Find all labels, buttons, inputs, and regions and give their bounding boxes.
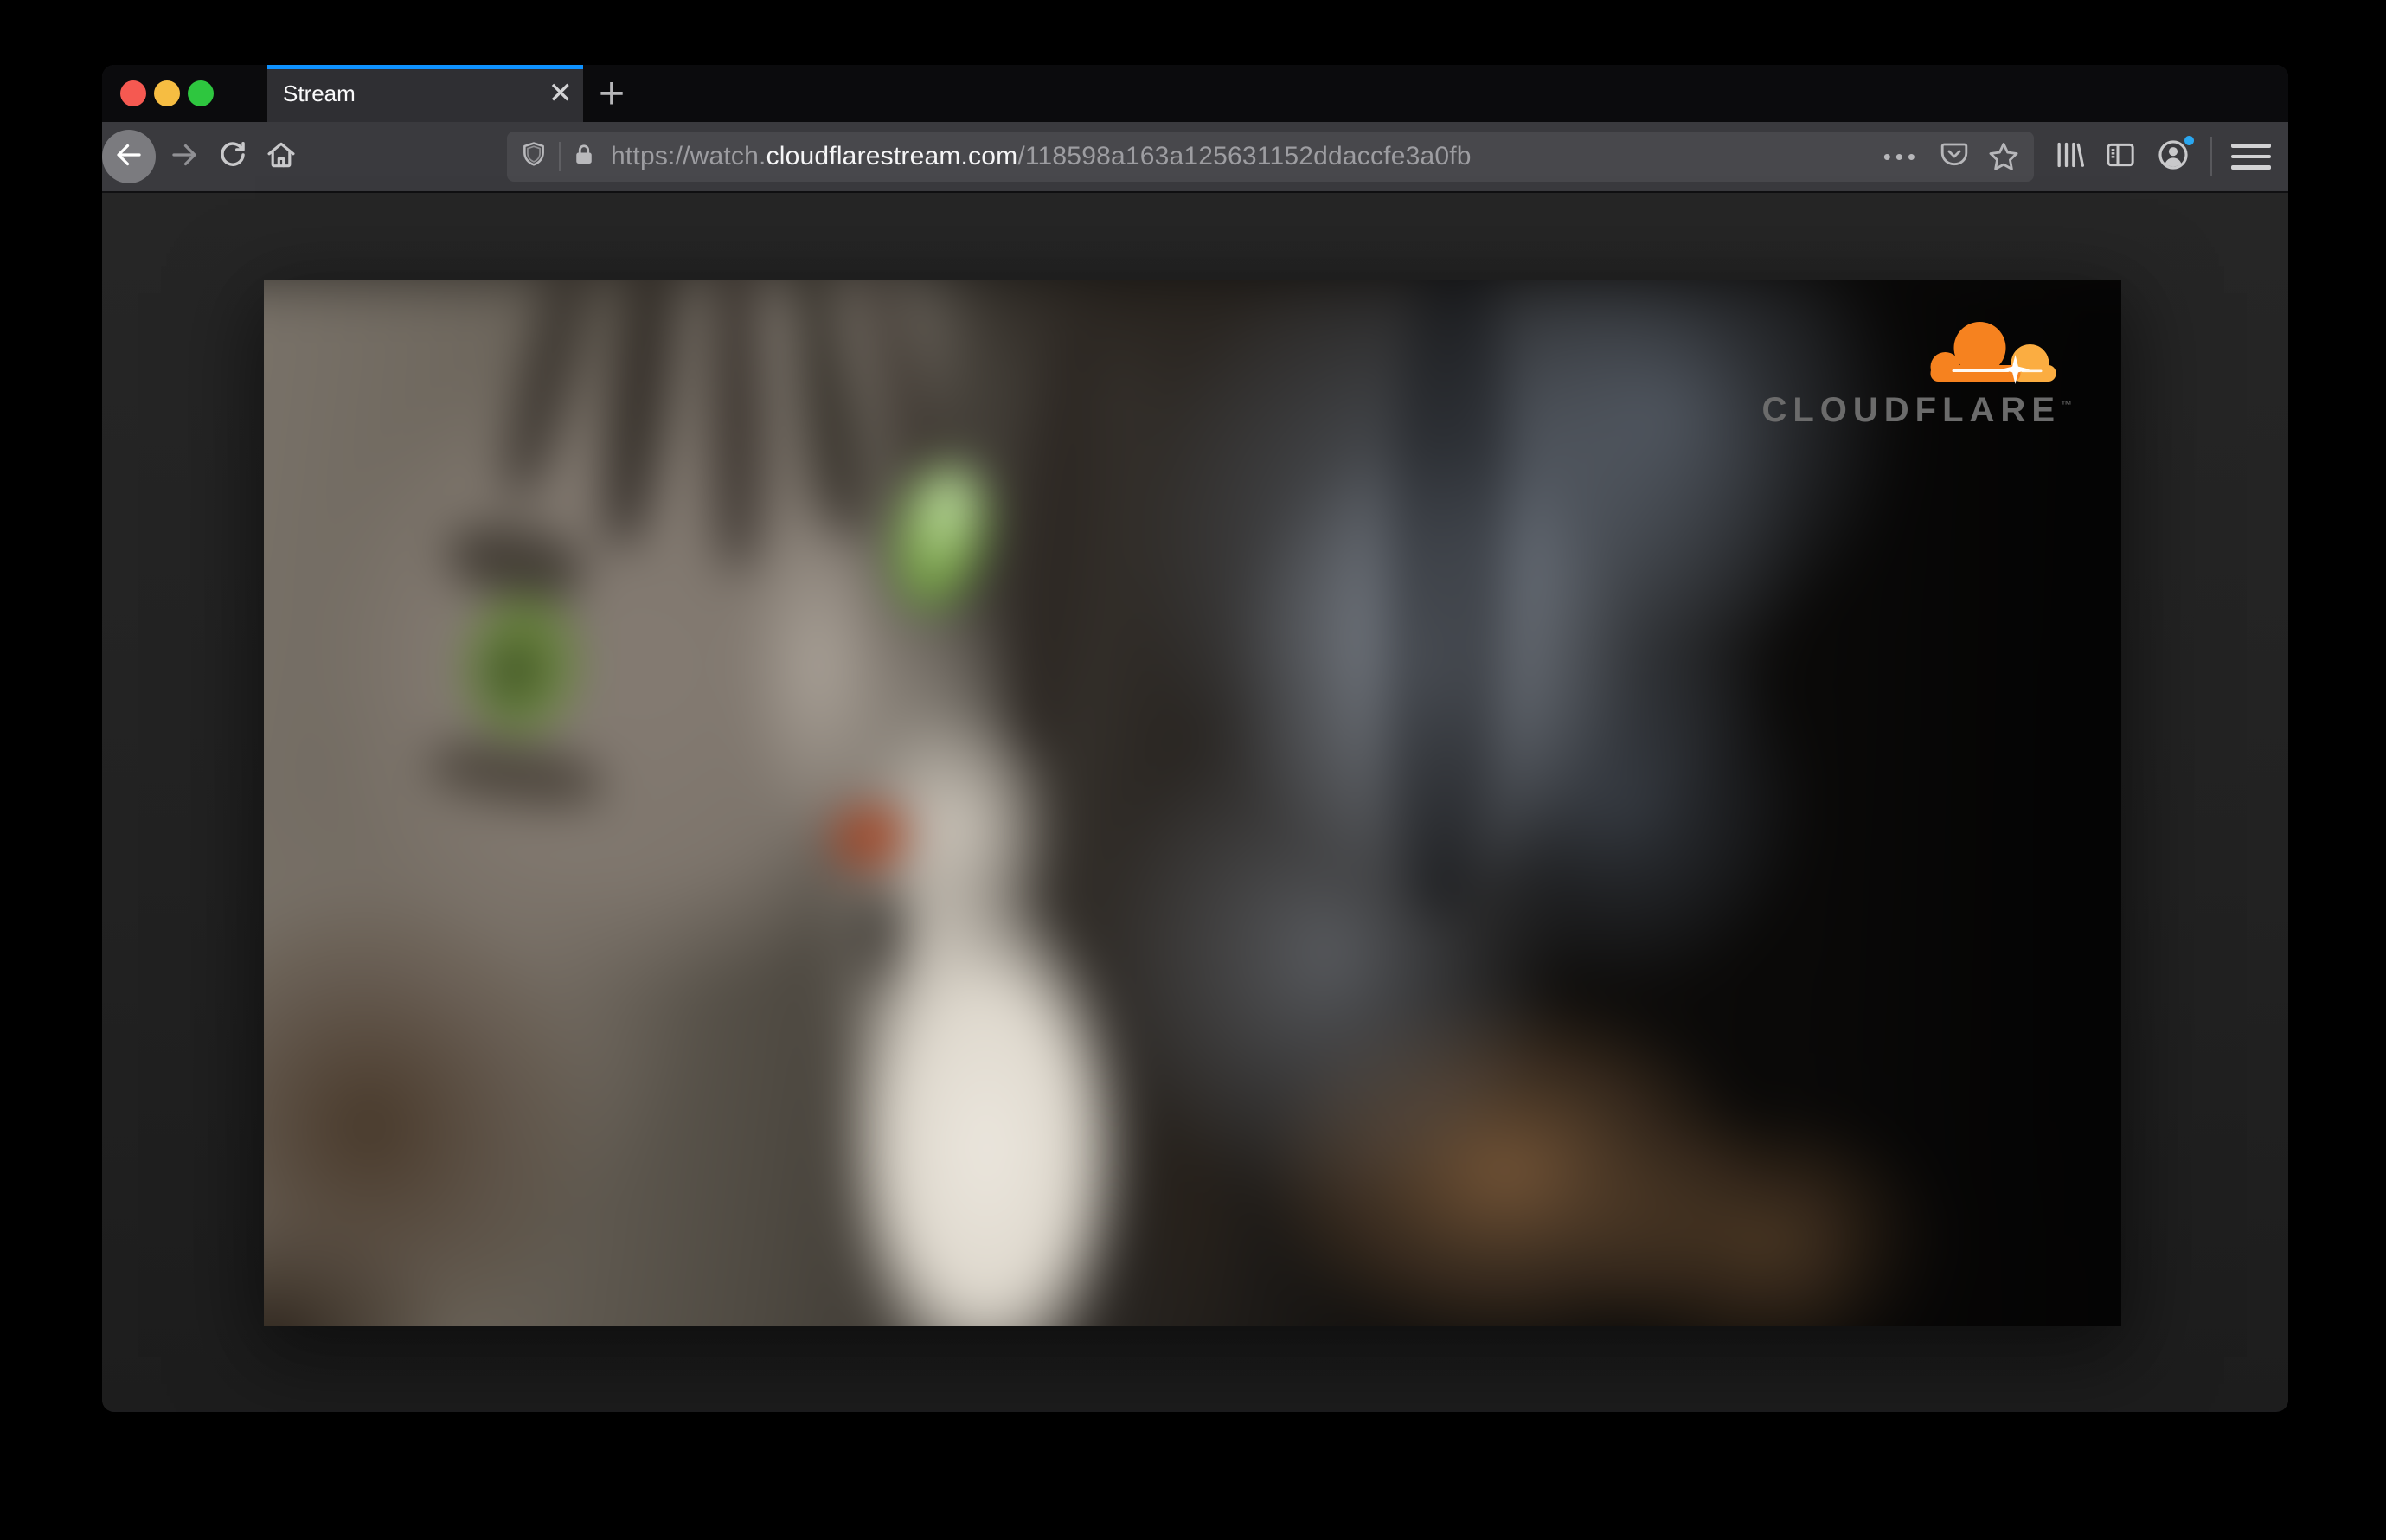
- account-notification-dot: [2182, 132, 2197, 148]
- cat-nose: [826, 799, 915, 876]
- reload-button[interactable]: [213, 137, 253, 176]
- url-path: /118598a163a125631152ddaccfe3a0fb: [1017, 142, 1472, 170]
- library-icon: [2051, 138, 2086, 176]
- tab-strip: Stream ✕ +: [102, 65, 2288, 122]
- sidebar-button[interactable]: [2103, 138, 2138, 176]
- page-actions-icon[interactable]: •••: [1883, 144, 1920, 170]
- bookmark-star-icon[interactable]: [1987, 140, 2020, 173]
- page-content: CLOUDFLARE™: [102, 193, 2288, 1410]
- firefox-window: Stream ✕ + https://watch.cloudflarestrea…: [102, 65, 2288, 1412]
- video-frame-cat: [264, 280, 2121, 1326]
- toolbar-divider: [2210, 137, 2212, 176]
- cloudflare-cloud-logo-icon: [1924, 315, 2067, 389]
- home-icon: [265, 138, 298, 176]
- menu-button[interactable]: [2231, 144, 2271, 170]
- tab-title: Stream: [283, 80, 356, 106]
- sidebar-icon: [2103, 138, 2138, 176]
- cat-left-eye: [458, 589, 587, 741]
- tab-stream[interactable]: Stream ✕: [267, 65, 583, 122]
- forward-button[interactable]: [164, 137, 204, 176]
- close-tab-icon[interactable]: ✕: [548, 79, 574, 108]
- minimize-window-button[interactable]: [154, 80, 180, 106]
- back-arrow-icon: [113, 139, 144, 175]
- home-button[interactable]: [261, 137, 301, 176]
- url-display: https://watch.cloudflarestream.com/11859…: [611, 142, 1883, 171]
- tab-strip-spacer: [214, 65, 267, 122]
- new-tab-button[interactable]: +: [587, 65, 637, 122]
- account-button[interactable]: [2155, 132, 2197, 177]
- url-domain: cloudflarestream.com: [766, 142, 1018, 170]
- menu-icon: [2231, 144, 2271, 148]
- back-button[interactable]: [102, 130, 156, 183]
- trademark-symbol: ™: [2061, 398, 2072, 412]
- connection-secure-lock-icon[interactable]: [571, 141, 597, 173]
- tracking-protection-shield-icon[interactable]: [519, 140, 548, 174]
- address-bar[interactable]: https://watch.cloudflarestream.com/11859…: [507, 132, 2034, 182]
- navigation-toolbar: https://watch.cloudflarestream.com/11859…: [102, 122, 2288, 193]
- video-player[interactable]: CLOUDFLARE™: [264, 280, 2121, 1326]
- window-controls: [102, 65, 214, 122]
- cat-mouth-shadow: [846, 881, 915, 1002]
- cloudflare-watermark: CLOUDFLARE™: [1761, 315, 2072, 427]
- reload-icon: [216, 138, 249, 176]
- save-to-pocket-icon[interactable]: [1939, 139, 1970, 175]
- url-scheme-subdomain: https://watch.: [611, 142, 766, 170]
- screenshot-stage: Stream ✕ + https://watch.cloudflarestrea…: [0, 0, 2386, 1540]
- cat-right-eye: [877, 455, 1002, 623]
- forward-arrow-icon: [169, 139, 200, 175]
- close-window-button[interactable]: [120, 80, 146, 106]
- library-button[interactable]: [2051, 138, 2086, 176]
- cloudflare-wordmark: CLOUDFLARE™: [1761, 391, 2072, 429]
- urlbar-divider: [559, 142, 561, 171]
- zoom-window-button[interactable]: [188, 80, 214, 106]
